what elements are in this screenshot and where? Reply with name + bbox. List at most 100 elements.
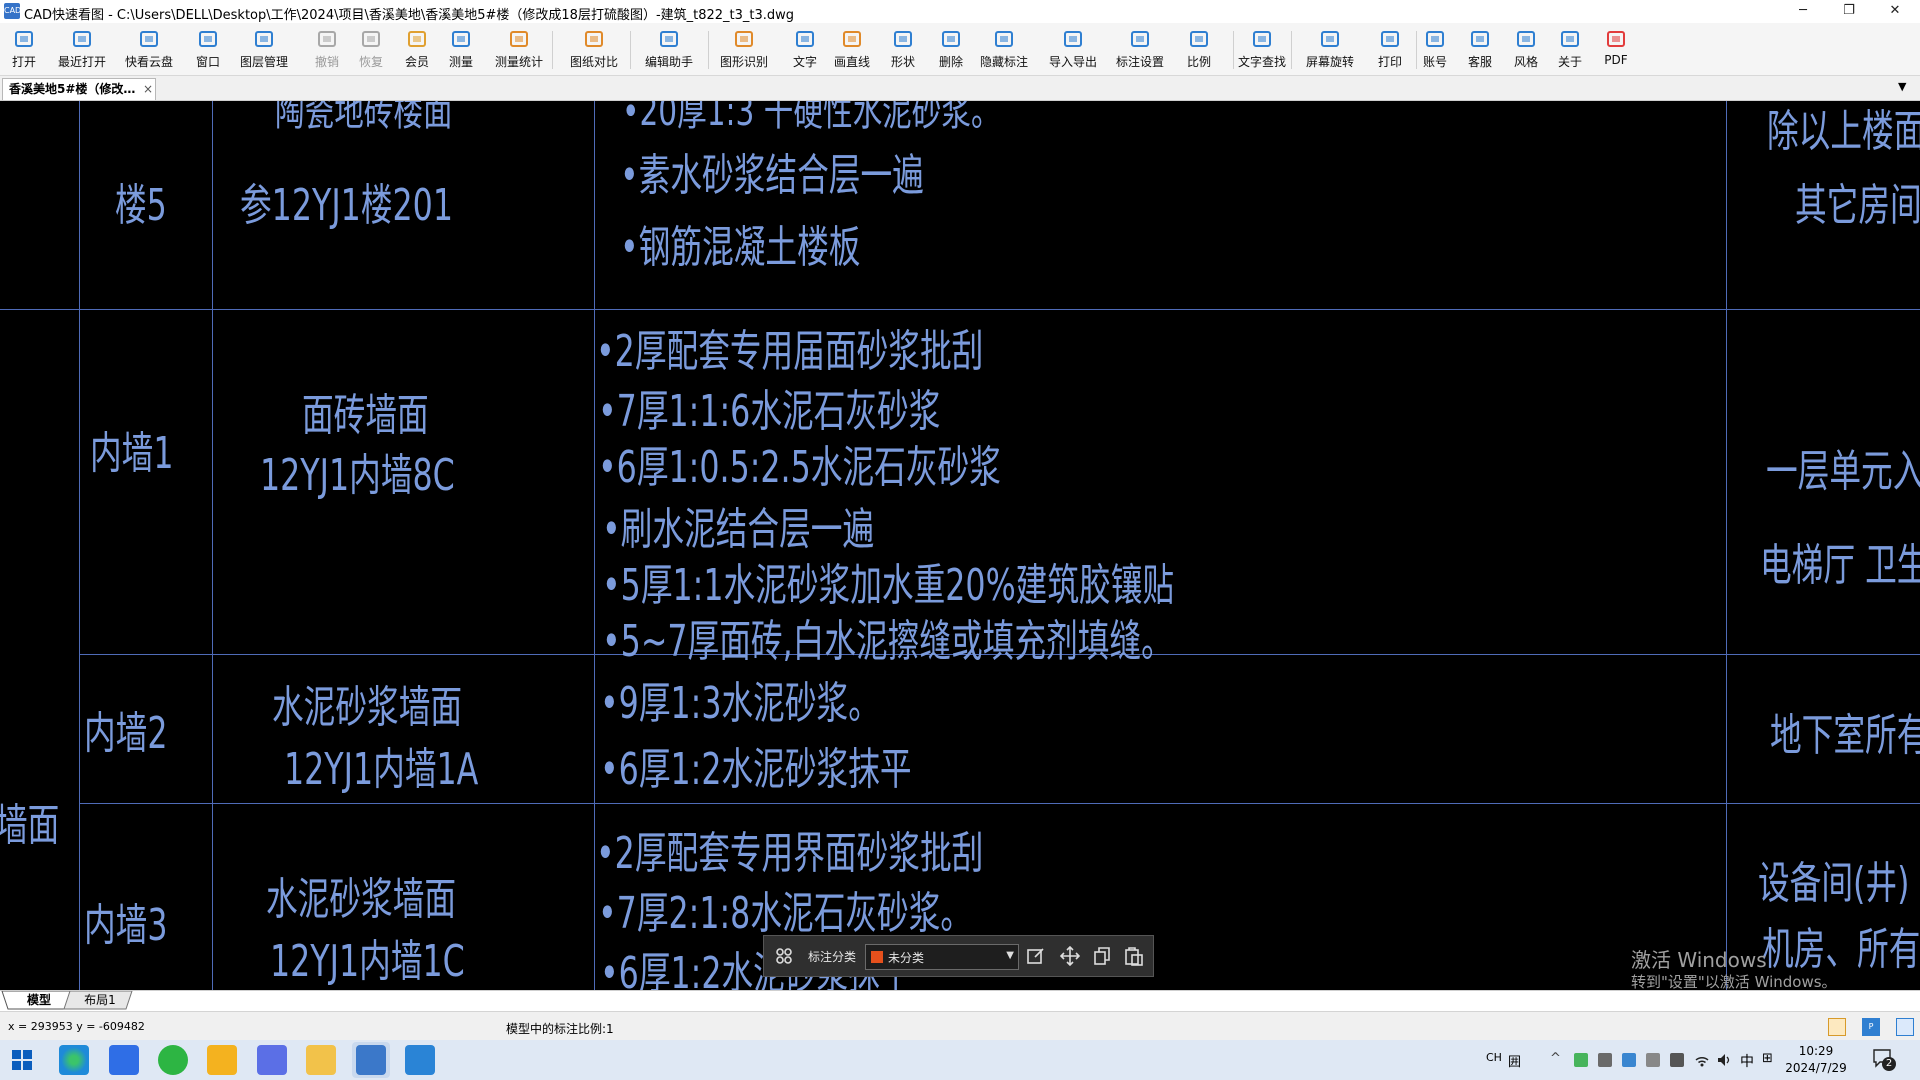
toolbar-button-text-search[interactable]: 文字查找 — [1236, 26, 1288, 72]
toolbar-button-compare[interactable]: 图纸对比 — [568, 26, 620, 72]
toolbar-button-annotation-settings[interactable]: 标注设置 — [1114, 26, 1166, 72]
edge-icon[interactable] — [59, 1045, 89, 1075]
toolbar-button-scale[interactable]: 比例 — [1184, 26, 1214, 72]
toolbar-button-eraser[interactable]: 删除 — [934, 26, 968, 72]
move-icon[interactable] — [1059, 945, 1081, 967]
ime-mode-indicator[interactable]: 中 — [1740, 1051, 1754, 1071]
grid-menu-icon[interactable] — [774, 946, 794, 966]
table-grid-line — [79, 101, 80, 990]
cad-text: 除以上楼面 — [1767, 106, 1920, 157]
toolbar-button-cloud[interactable]: 快看云盘 — [124, 26, 174, 72]
model-tab[interactable]: 模型 — [10, 991, 68, 1009]
cad-text: 陶瓷地砖楼面 — [275, 101, 453, 135]
toolbar-separator — [630, 31, 631, 69]
status-window-icon[interactable] — [1896, 1018, 1914, 1036]
tray-app-icon[interactable] — [1622, 1053, 1636, 1067]
toolbar-button-label: 恢复 — [358, 55, 383, 69]
toolbar-button-label: 标注设置 — [1115, 55, 1164, 69]
printer-icon — [1379, 28, 1401, 50]
toolbar-button-text[interactable]: 文字 — [789, 26, 821, 72]
document-tab-close-icon[interactable]: × — [143, 79, 153, 99]
hide-annotation-icon — [993, 28, 1015, 50]
cad-text: •2厚配套专用界面砂浆批刮 — [596, 828, 984, 879]
toolbar-button-label: 最近打开 — [57, 55, 106, 69]
cad-text: •20厚1:3 干硬性水泥砂浆。 — [622, 101, 1001, 135]
folder-open-icon — [13, 28, 35, 50]
toolbar-button-printer[interactable]: 打印 — [1375, 26, 1405, 72]
ime-grid-icon[interactable]: 囲 — [1508, 1051, 1521, 1070]
clock-date[interactable]: 2024/7/29 — [1784, 1061, 1848, 1075]
toolbar-button-history[interactable]: 最近打开 — [56, 26, 108, 72]
toolbar-button-account[interactable]: 账号 — [1420, 26, 1450, 72]
table-grid-line — [212, 101, 213, 990]
layout-tab-bar: 模型 布局1 — [0, 990, 1920, 1011]
toolbar-button-measure-stats[interactable]: 测量统计 — [493, 26, 545, 72]
app-a-icon[interactable] — [257, 1045, 287, 1075]
start-icon[interactable] — [12, 1050, 32, 1074]
file-explorer-icon[interactable] — [306, 1045, 336, 1075]
wifi-icon[interactable] — [1694, 1052, 1710, 1072]
annotation-category-select[interactable]: 未分类 ▼ — [865, 944, 1019, 970]
cad-text: 12YJ1内墙1C — [270, 936, 465, 987]
toolbar-button-vip[interactable]: 会员 — [403, 26, 431, 72]
status-toggle-icon[interactable] — [1828, 1018, 1846, 1036]
toolbar-button-hide-annotation[interactable]: 隐藏标注 — [978, 26, 1030, 72]
toolbar-button-label: 风格 — [1513, 55, 1538, 69]
window-icon — [197, 28, 219, 50]
maximize-button[interactable]: ❐ — [1826, 0, 1872, 23]
ime-extra-icon[interactable]: ⊞ — [1762, 1051, 1773, 1066]
toolbar-button-label: 撤销 — [314, 55, 339, 69]
toolbar-button-shape-recognize[interactable]: 图形识别 — [718, 26, 770, 72]
toolbar-button-info[interactable]: 关于 — [1555, 26, 1585, 72]
toolbar-button-layers[interactable]: 图层管理 — [238, 26, 290, 72]
toolbar-button-style[interactable]: 风格 — [1511, 26, 1541, 72]
toolbar-button-edit-assistant[interactable]: 编辑助手 — [643, 26, 695, 72]
clock-time[interactable]: 10:29 — [1786, 1044, 1846, 1058]
document-tab[interactable]: 香溪美地5#楼（修改… × — [2, 78, 156, 100]
toolbar-button-ruler[interactable]: 测量 — [447, 26, 475, 72]
app-blue-icon[interactable] — [109, 1045, 139, 1075]
toolbar-button-shape[interactable]: 形状 — [888, 26, 918, 72]
tray-app-icon[interactable] — [1646, 1053, 1660, 1067]
cad-app-icon[interactable] — [356, 1045, 386, 1075]
volume-icon[interactable] — [1716, 1052, 1732, 1072]
tray-app-icon[interactable] — [1598, 1053, 1612, 1067]
language-indicator[interactable]: CH — [1486, 1051, 1502, 1064]
cad-drawing-canvas[interactable]: 陶瓷地砖楼面 •20厚1:3 干硬性水泥砂浆。 楼5 参12YJ1楼201 •素… — [0, 101, 1920, 990]
preview-app-icon[interactable] — [405, 1045, 435, 1075]
toolbar-button-label: 快看云盘 — [124, 55, 173, 69]
cad-text: •7厚1:1:6水泥石灰砂浆 — [598, 386, 941, 437]
tab-list-dropdown-icon[interactable]: ▼ — [1898, 80, 1906, 93]
cad-text: •5~7厚面砖,白水泥擦缝或填充剂填缝。 — [602, 616, 1173, 667]
toolbar-button-label: 文字 — [792, 55, 817, 69]
toolbar-button-headset[interactable]: 客服 — [1465, 26, 1495, 72]
notification-center-icon[interactable]: 2 — [1872, 1048, 1896, 1071]
title-bar: CAD CAD快速看图 - C:\Users\DELL\Desktop\工作\2… — [0, 0, 1920, 24]
tray-app-icon[interactable] — [1574, 1053, 1588, 1067]
table-grid-line — [0, 309, 1920, 310]
cad-text: •5厚1:1水泥砂浆加水重20%建筑胶镶贴 — [602, 560, 1175, 611]
cloud-icon — [138, 28, 160, 50]
edit-annotation-icon[interactable] — [1026, 946, 1046, 966]
tray-app-icon[interactable] — [1670, 1053, 1684, 1067]
toolbar-button-label: 隐藏标注 — [979, 55, 1028, 69]
wechat-icon[interactable] — [158, 1045, 188, 1075]
copy-icon[interactable] — [1092, 946, 1112, 966]
layout1-tab[interactable]: 布局1 — [72, 991, 128, 1009]
status-snap-icon[interactable]: P — [1862, 1018, 1880, 1036]
close-button[interactable]: ✕ — [1872, 0, 1918, 23]
toolbar-button-pdf[interactable]: PDF — [1603, 26, 1629, 72]
paste-icon[interactable] — [1124, 946, 1144, 966]
toolbar-button-line[interactable]: 画直线 — [830, 26, 874, 72]
minimize-button[interactable]: ─ — [1780, 0, 1826, 23]
toolbar-button-label: 屏幕旋转 — [1305, 55, 1354, 69]
toolbar-button-folder-open[interactable]: 打开 — [10, 26, 38, 72]
tray-chevron-up-icon[interactable]: ^ — [1550, 1051, 1561, 1066]
toolbar-button-window[interactable]: 窗口 — [194, 26, 222, 72]
info-icon — [1559, 28, 1581, 50]
toolbar-button-import-export[interactable]: 导入导出 — [1047, 26, 1099, 72]
app-yellow-icon[interactable] — [207, 1045, 237, 1075]
style-icon — [1515, 28, 1537, 50]
windows-taskbar: CH 囲 ^ 中 ⊞ 10:29 2024/7/29 2 — [0, 1040, 1920, 1080]
toolbar-button-rotate-screen[interactable]: 屏幕旋转 — [1304, 26, 1356, 72]
